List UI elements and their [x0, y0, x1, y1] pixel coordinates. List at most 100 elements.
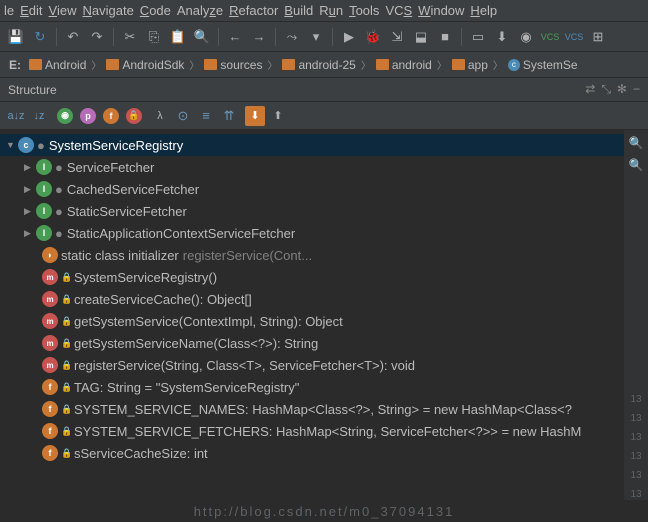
breadcrumb-file[interactable]: cSystemSe — [505, 58, 581, 72]
tree-node-field[interactable]: f 🔒 TAG: String = "SystemServiceRegistry… — [0, 376, 648, 398]
menu-build[interactable]: Build — [284, 3, 313, 18]
collapse-all-icon[interactable]: ⇈ — [219, 106, 239, 126]
collapse-arrow-icon[interactable]: ▼ — [6, 140, 18, 150]
stop-icon[interactable]: ■ — [435, 27, 455, 47]
breadcrumb-item[interactable]: sources — [201, 58, 265, 72]
breadcrumb-item[interactable]: AndroidSdk — [103, 58, 187, 72]
run-icon[interactable]: ▶ — [339, 27, 359, 47]
breadcrumb-item[interactable]: Android — [26, 58, 89, 72]
package-lock-icon: 🔒 — [61, 338, 71, 349]
menu-run[interactable]: Run — [319, 3, 343, 18]
sdk-icon[interactable]: ⬇ — [492, 27, 512, 47]
vcs-up-icon[interactable]: VCS — [540, 27, 560, 47]
collapse-icon[interactable]: ⤡ — [601, 82, 611, 97]
menu-refactor[interactable]: Refactor — [229, 3, 278, 18]
search-icon[interactable]: 🔍 — [629, 136, 644, 150]
forward-icon[interactable]: → — [249, 27, 269, 47]
menu-code[interactable]: Code — [140, 3, 171, 18]
menu-tools[interactable]: Tools — [349, 3, 379, 18]
autoscroll-from-icon[interactable]: ⬆ — [268, 106, 288, 126]
method-icon: m — [42, 313, 58, 329]
attach-icon[interactable]: ⇲ — [387, 27, 407, 47]
java-file-icon: c — [508, 59, 520, 71]
tree-node-interface[interactable]: ▶ I ● StaticServiceFetcher — [0, 200, 648, 222]
search-plus-icon[interactable]: 🔍 — [629, 158, 644, 172]
run-config-icon[interactable]: ▾ — [306, 27, 326, 47]
paste-icon[interactable]: 📋 — [168, 27, 188, 47]
tree-node-method[interactable]: m 🔒 createServiceCache(): Object[] — [0, 288, 648, 310]
expand-arrow-icon[interactable]: ▶ — [24, 206, 36, 217]
tree-node-method[interactable]: m 🔒 getSystemService(ContextImpl, String… — [0, 310, 648, 332]
show-properties-icon[interactable]: p — [78, 106, 98, 126]
watermark: http://blog.csdn.net/m0_37094131 — [0, 500, 648, 522]
marker-icon: ● — [55, 182, 63, 197]
expand-methods-icon[interactable]: ⊙ — [173, 106, 193, 126]
tree-node-field[interactable]: f 🔒 sServiceCacheSize: int — [0, 442, 648, 464]
avd-icon[interactable]: ▭ — [468, 27, 488, 47]
sort-alpha-icon[interactable]: a↓z — [6, 106, 26, 126]
menu-view[interactable]: View — [49, 3, 77, 18]
tree-node-method[interactable]: m 🔒 getSystemServiceName(Class<?>): Stri… — [0, 332, 648, 354]
chevron-icon: 〉 — [437, 57, 447, 72]
menu-help[interactable]: Help — [470, 3, 497, 18]
redo-icon[interactable]: ↷ — [87, 27, 107, 47]
structure-panel-header: Structure ⇄ ⤡ ✻ − — [0, 78, 648, 102]
tree-node-field[interactable]: f 🔒 SYSTEM_SERVICE_FETCHERS: HashMap<Str… — [0, 420, 648, 442]
coverage-icon[interactable]: ⬓ — [411, 27, 431, 47]
marker-icon: ● — [55, 226, 63, 241]
expand-icon[interactable]: ≡ — [196, 106, 216, 126]
show-inherited-icon[interactable]: 🔒 — [124, 106, 144, 126]
tree-node-method[interactable]: m 🔒 registerService(String, Class<T>, Se… — [0, 354, 648, 376]
line-number: 13 — [630, 432, 641, 443]
menu-analyze[interactable]: Analyze — [177, 3, 223, 18]
make-icon[interactable]: ⤳ — [282, 27, 302, 47]
menu-edit[interactable]: Edit — [20, 3, 42, 18]
breadcrumb-item[interactable]: android — [373, 58, 435, 72]
show-fields-icon[interactable]: ◉ — [55, 106, 75, 126]
vcs-down-icon[interactable]: VCS — [564, 27, 584, 47]
chevron-icon: 〉 — [91, 57, 101, 72]
gear-icon[interactable]: ✻ — [617, 82, 627, 97]
expand-arrow-icon[interactable]: ▶ — [24, 228, 36, 239]
tree-node-field[interactable]: f 🔒 SYSTEM_SERVICE_NAMES: HashMap<Class<… — [0, 398, 648, 420]
menu-file[interactable]: le — [4, 3, 14, 18]
folder-icon — [29, 59, 42, 70]
back-icon[interactable]: ← — [225, 27, 245, 47]
scroll-to-icon[interactable]: ⇄ — [585, 82, 595, 97]
cut-icon[interactable]: ✂ — [120, 27, 140, 47]
copy-icon[interactable]: ⎘ — [144, 27, 164, 47]
line-number: 13 — [630, 470, 641, 481]
breadcrumb-item[interactable]: app — [449, 58, 491, 72]
find-icon[interactable]: 🔍 — [192, 27, 212, 47]
undo-icon[interactable]: ↶ — [63, 27, 83, 47]
show-non-public-icon[interactable]: f — [101, 106, 121, 126]
tree-node-initializer[interactable]: ◗ static class initializer registerServi… — [0, 244, 648, 266]
menu-window[interactable]: Window — [418, 3, 464, 18]
sync-icon[interactable]: ↻ — [30, 27, 50, 47]
tree-node-constructor[interactable]: m 🔒 SystemServiceRegistry() — [0, 266, 648, 288]
package-lock-icon: 🔒 — [61, 316, 71, 327]
expand-arrow-icon[interactable]: ▶ — [24, 184, 36, 195]
debug-icon[interactable]: 🐞 — [363, 27, 383, 47]
folder-icon — [106, 59, 119, 70]
separator — [332, 28, 333, 46]
sort-visibility-icon[interactable]: ↓z — [29, 106, 49, 126]
menu-navigate[interactable]: Navigate — [82, 3, 133, 18]
breadcrumb-root[interactable]: E: — [6, 58, 24, 72]
hide-icon[interactable]: − — [633, 82, 640, 97]
line-number: 13 — [630, 394, 641, 405]
monitor-icon[interactable]: ◉ — [516, 27, 536, 47]
tree-node-interface[interactable]: ▶ I ● CachedServiceFetcher — [0, 178, 648, 200]
breadcrumb-item[interactable]: android-25 — [279, 58, 358, 72]
folder-icon — [282, 59, 295, 70]
interface-icon: I — [36, 159, 52, 175]
menu-vcs[interactable]: VCS — [385, 3, 412, 18]
show-anonymous-icon[interactable]: λ — [150, 106, 170, 126]
save-icon[interactable]: 💾 — [6, 27, 26, 47]
expand-arrow-icon[interactable]: ▶ — [24, 162, 36, 173]
tree-node-class[interactable]: ▼ c ● SystemServiceRegistry — [0, 134, 648, 156]
tree-node-interface[interactable]: ▶ I ● ServiceFetcher — [0, 156, 648, 178]
more-icon[interactable]: ⊞ — [588, 27, 608, 47]
tree-node-interface[interactable]: ▶ I ● StaticApplicationContextServiceFet… — [0, 222, 648, 244]
autoscroll-source-icon[interactable]: ⬇ — [245, 106, 265, 126]
